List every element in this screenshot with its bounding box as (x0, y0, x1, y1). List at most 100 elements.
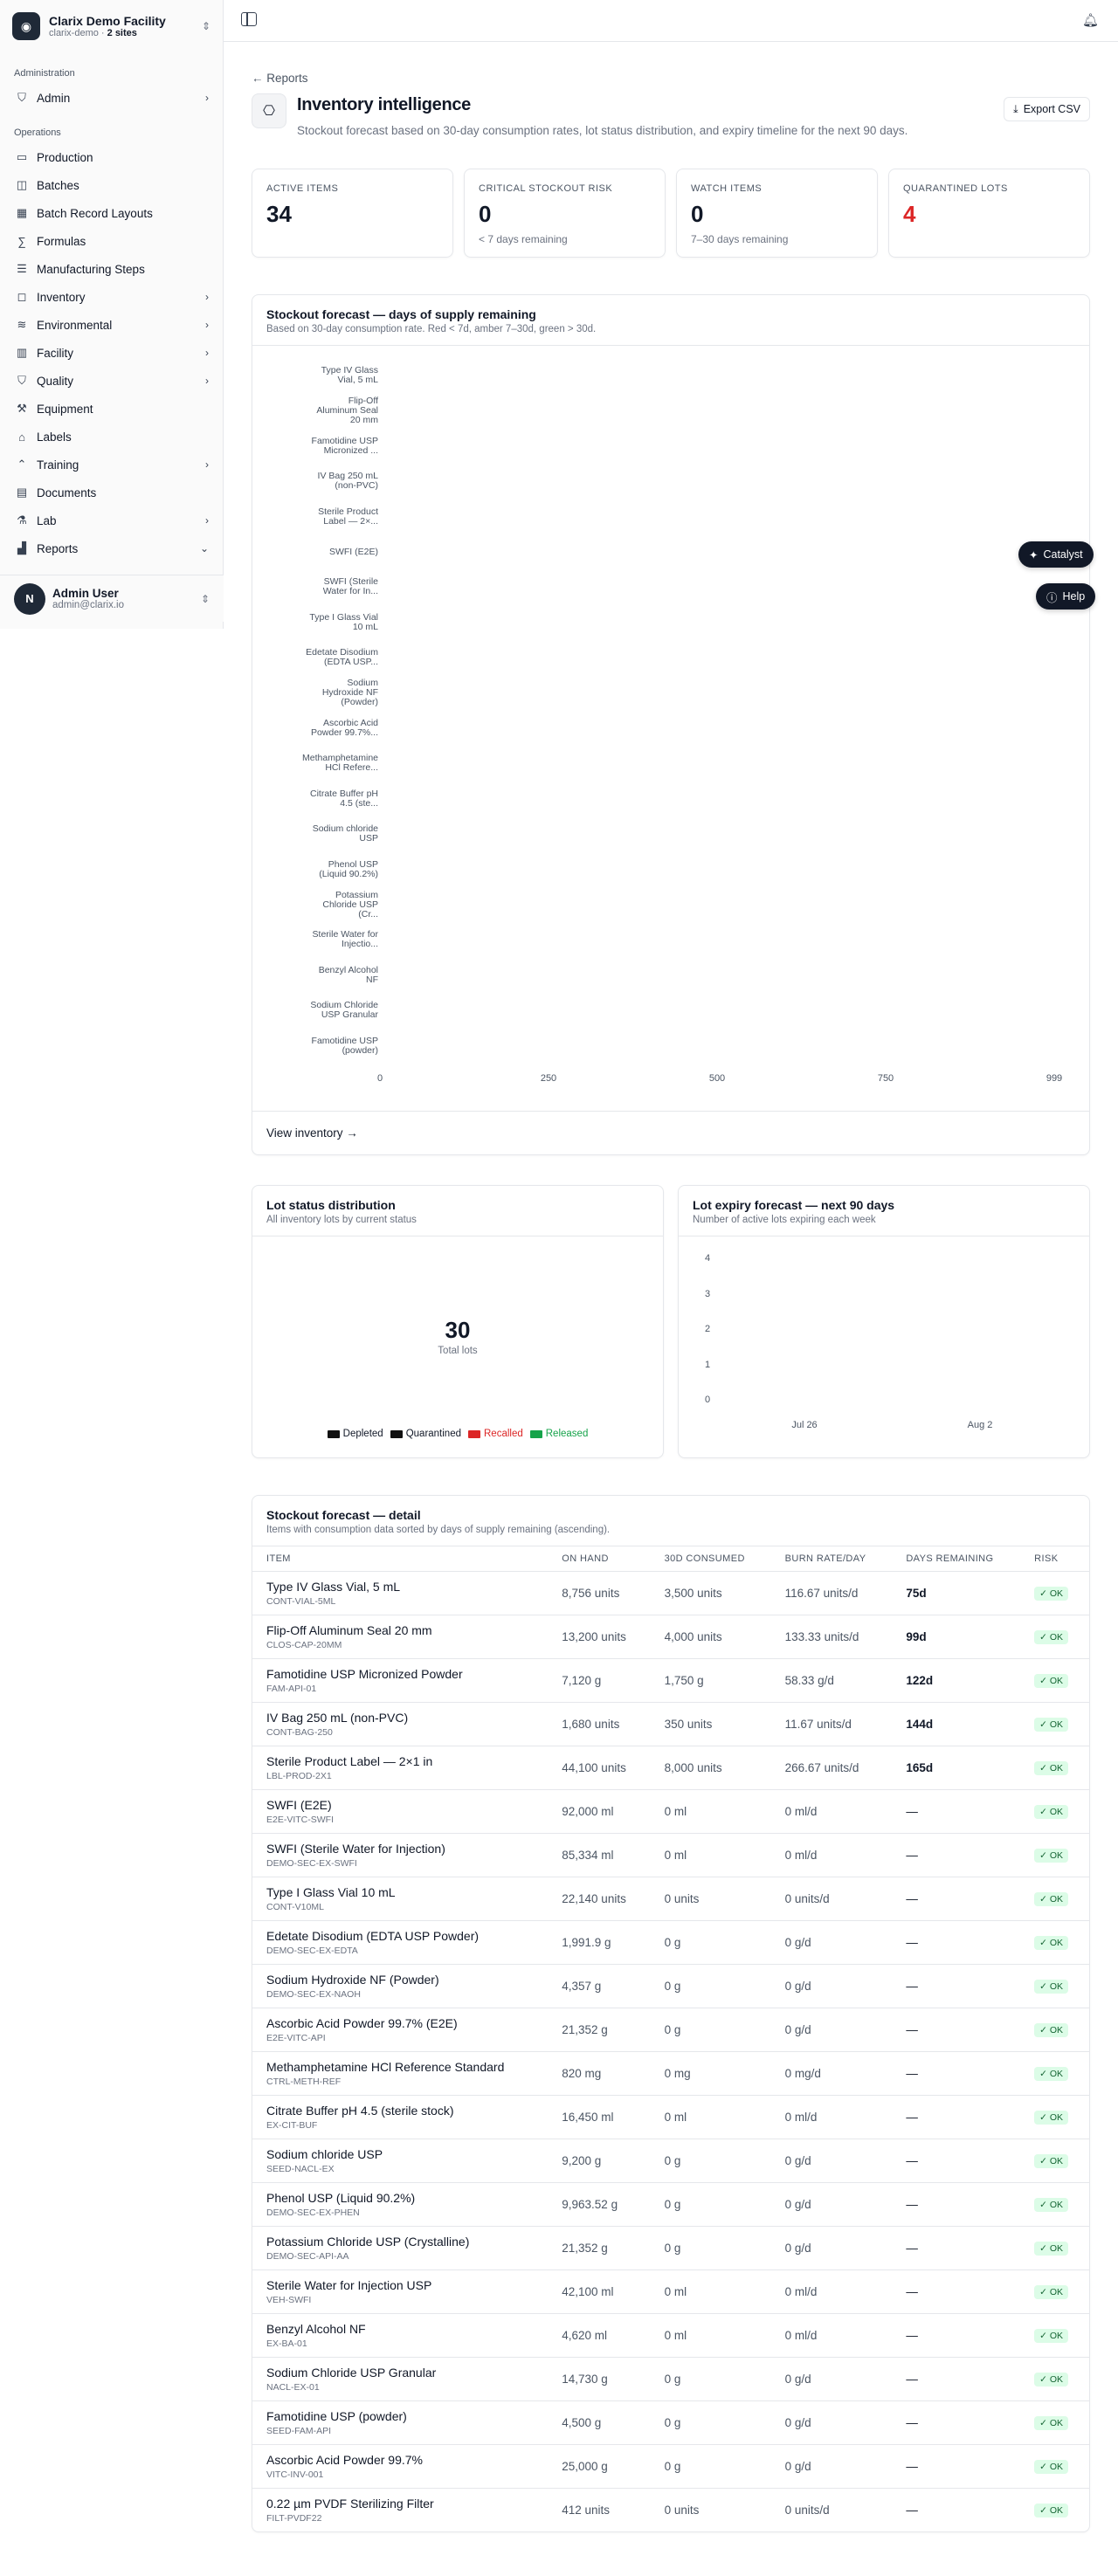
total-lots-value: 30 (445, 1317, 471, 1343)
table-row[interactable]: Sterile Water for Injection USP VEH-SWFI 4… (252, 2269, 1089, 2314)
sidebar-item-environmental[interactable]: ≋ Environmental › (0, 311, 223, 339)
nav-section-label: Administration (14, 68, 75, 79)
table-row[interactable]: Citrate Buffer pH 4.5 (sterile stock) EX-… (252, 2095, 1089, 2139)
table-row[interactable]: Famotidine USP (powder) SEED-FAM-API 4,500… (252, 2400, 1089, 2445)
item-name: Phenol USP (Liquid 90.2%) (266, 2190, 416, 2205)
table-row[interactable]: Benzyl Alcohol NF EX-BA-01 4,620 ml 0 ml 0 m… (252, 2313, 1089, 2358)
stat-label: CRITICAL STOCKOUT RISK (479, 183, 613, 194)
burn-rate: 0 g/d (770, 2357, 893, 2401)
table-row[interactable]: SWFI (Sterile Water for Injection) DEMO-S… (252, 1833, 1089, 1877)
consumed-30d: 4,000 units (650, 1615, 771, 1659)
sidebar-item-manufacturing-steps[interactable]: ☰ Manufacturing Steps (0, 255, 223, 283)
on-hand: 92,000 ml (548, 1789, 651, 1834)
y-tick-label: Methamphetamine HCl Refere... (291, 754, 378, 773)
days-remaining: — (892, 2182, 1021, 2227)
y-tick-label: Famotidine USP Micronized ... (291, 436, 378, 456)
item-code: FAM-API-01 (266, 1683, 317, 1694)
org-slug: clarix-demo (49, 28, 99, 38)
back-to-reports-link[interactable]: ← Reports (252, 72, 1090, 85)
table-row[interactable]: Sterile Product Label — 2×1 in LBL-PROD-2… (252, 1746, 1089, 1790)
sidebar-item-label: Inventory (37, 290, 86, 304)
table-row[interactable]: SWFI (E2E) E2E-VITC-SWFI 92,000 ml 0 ml 0 ml… (252, 1789, 1089, 1834)
table-row[interactable]: Sodium chloride USP SEED-NACL-EX 9,200 g0 … (252, 2139, 1089, 2183)
legend-item: Released (529, 1429, 588, 1439)
sidebar-item-facility[interactable]: ▥ Facility › (0, 339, 223, 367)
table-row[interactable]: Sodium Chloride USP Granular NACL-EX-01 14… (252, 2357, 1089, 2401)
table-row[interactable]: IV Bag 250 mL (non-PVC) CONT-BAG-250 1,680… (252, 1702, 1089, 1746)
table-row[interactable]: Sodium Hydroxide NF (Powder) DEMO-SEC-EX-… (252, 1964, 1089, 2008)
y-tick-label: Type I Glass Vial 10 mL (291, 612, 378, 632)
sidebar-item-documents[interactable]: ▤ Documents (0, 479, 223, 506)
item-name: SWFI (Sterile Water for Injection) (266, 1841, 445, 1856)
table-row[interactable]: 0.22 µm PVDF Sterilizing Filter FILT-PVDF… (252, 2488, 1089, 2531)
y-tick-label-line: 20 mm (349, 414, 378, 425)
legend-swatch (327, 1429, 340, 1438)
table-row[interactable]: Ascorbic Acid Powder 99.7% VITC-INV-001 25… (252, 2444, 1089, 2489)
org-switcher[interactable]: ◉ Clarix Demo Facility clarix-demo · 2 s… (0, 0, 223, 52)
chevron-right-icon: › (205, 347, 209, 359)
table-row[interactable]: Edetate Disodium (EDTA USP Powder) DEMO-S… (252, 1920, 1089, 1965)
sidebar-item-batches[interactable]: ◫ Batches (0, 171, 223, 199)
stat-cards: ACTIVE ITEMS 34 CRITICAL STOCKOUT RISK 0 < 7… (252, 169, 1090, 258)
help-label: Help (1062, 590, 1086, 603)
view-inventory-link[interactable]: View inventory → (252, 1111, 1089, 1154)
sidebar-item-lab[interactable]: ⚗ Lab › (0, 506, 223, 534)
sidebar-item-equipment[interactable]: ⚒ Equipment (0, 395, 223, 423)
sidebar-item-inventory[interactable]: ◻ Inventory › (0, 283, 223, 311)
download-icon: ⤓ (1013, 102, 1018, 115)
on-hand: 8,756 units (548, 1571, 651, 1615)
y-tick-label-line: Micronized ... (323, 444, 378, 456)
burn-rate: 0 g/d (770, 1920, 893, 1965)
help-button[interactable]: ⓘ Help (1036, 583, 1096, 610)
sidebar-item-training[interactable]: ⌃ Training › (0, 451, 223, 479)
sidebar-item-batch-record-layouts[interactable]: ▦ Batch Record Layouts (0, 199, 223, 227)
on-hand: 820 mg (548, 2051, 651, 2096)
table-row[interactable]: Potassium Chloride USP (Crystalline) DEMO… (252, 2226, 1089, 2270)
sidebar-item-quality[interactable]: ⛉ Quality › (0, 367, 223, 395)
burn-rate: 0 ml/d (770, 2095, 893, 2139)
sidebar-item-label: Documents (37, 486, 97, 499)
sidebar-item-label: Batches (37, 178, 79, 192)
sidebar-item-label: Lab (37, 513, 57, 527)
stockout-detail-card: Stockout forecast — detail Items with co… (252, 1495, 1090, 2532)
stat-value: 34 (266, 201, 292, 227)
item-name: Flip-Off Aluminum Seal 20 mm (266, 1622, 432, 1637)
table-row[interactable]: Ascorbic Acid Powder 99.7% (E2E) E2E-VITC… (252, 2008, 1089, 2052)
item-code: DEMO-SEC-API-AA (266, 2250, 349, 2262)
table-row[interactable]: Phenol USP (Liquid 90.2%) DEMO-SEC-EX-PHE… (252, 2182, 1089, 2227)
sidebar-item-reports[interactable]: ▟ Reports ⌄ (0, 534, 223, 562)
status-badge: ✓ OK (1034, 1804, 1069, 1819)
sidebar-item-admin[interactable]: ⛉ Admin › (0, 84, 223, 112)
x-tick-label: 750 (877, 1073, 894, 1084)
consumed-30d: 0 g (650, 2444, 771, 2489)
item-code: CONT-BAG-250 (266, 1726, 333, 1738)
sidebar-item-labels[interactable]: ⌂ Labels (0, 423, 223, 451)
status-badge: ✓ OK (1034, 2110, 1069, 2125)
chevron-right-icon: › (205, 92, 209, 104)
export-csv-button[interactable]: ⤓ Export CSV (1004, 97, 1090, 121)
days-remaining: — (892, 2269, 1021, 2314)
y-tick-label: Benzyl Alcohol NF (291, 965, 378, 985)
consumed-30d: 0 ml (650, 2313, 771, 2358)
user-menu[interactable]: N Admin User admin@clarix.io ⇕ (0, 575, 224, 622)
table-row[interactable]: Famotidine USP Micronized Powder FAM-API-… (252, 1658, 1089, 1703)
page-description: Stockout forecast based on 30-day consum… (297, 124, 908, 137)
bell-icon[interactable]: 🔔︎ (1082, 12, 1099, 28)
legend-swatch (529, 1429, 542, 1438)
days-remaining: — (892, 2051, 1021, 2096)
sidebar-item-formulas[interactable]: ∑ Formulas (0, 227, 223, 255)
on-hand: 42,100 ml (548, 2269, 651, 2314)
sidebar-toggle-icon[interactable] (241, 12, 257, 26)
table-row[interactable]: Methamphetamine HCl Reference Standard CT… (252, 2051, 1089, 2096)
table-row[interactable]: Flip-Off Aluminum Seal 20 mm CLOS-CAP-20M… (252, 1615, 1089, 1659)
burn-rate: 0 g/d (770, 2139, 893, 2183)
sidebar-item-production[interactable]: ▭ Production (0, 143, 223, 171)
table-row[interactable]: Type I Glass Vial 10 mL CONT-V10ML 22,140 … (252, 1877, 1089, 1921)
status-badge: ✓ OK (1034, 1629, 1069, 1644)
building-icon: ▥ (16, 346, 28, 359)
sidebar-item-label: Environmental (37, 318, 113, 332)
catalyst-button[interactable]: ✦ Catalyst (1018, 541, 1094, 568)
days-remaining: — (892, 2313, 1021, 2358)
table-row[interactable]: Type IV Glass Vial, 5 mL CONT-VIAL-5ML 8,7… (252, 1571, 1089, 1615)
lot-expiry-card: Lot expiry forecast — next 90 days Numbe… (678, 1185, 1090, 1458)
